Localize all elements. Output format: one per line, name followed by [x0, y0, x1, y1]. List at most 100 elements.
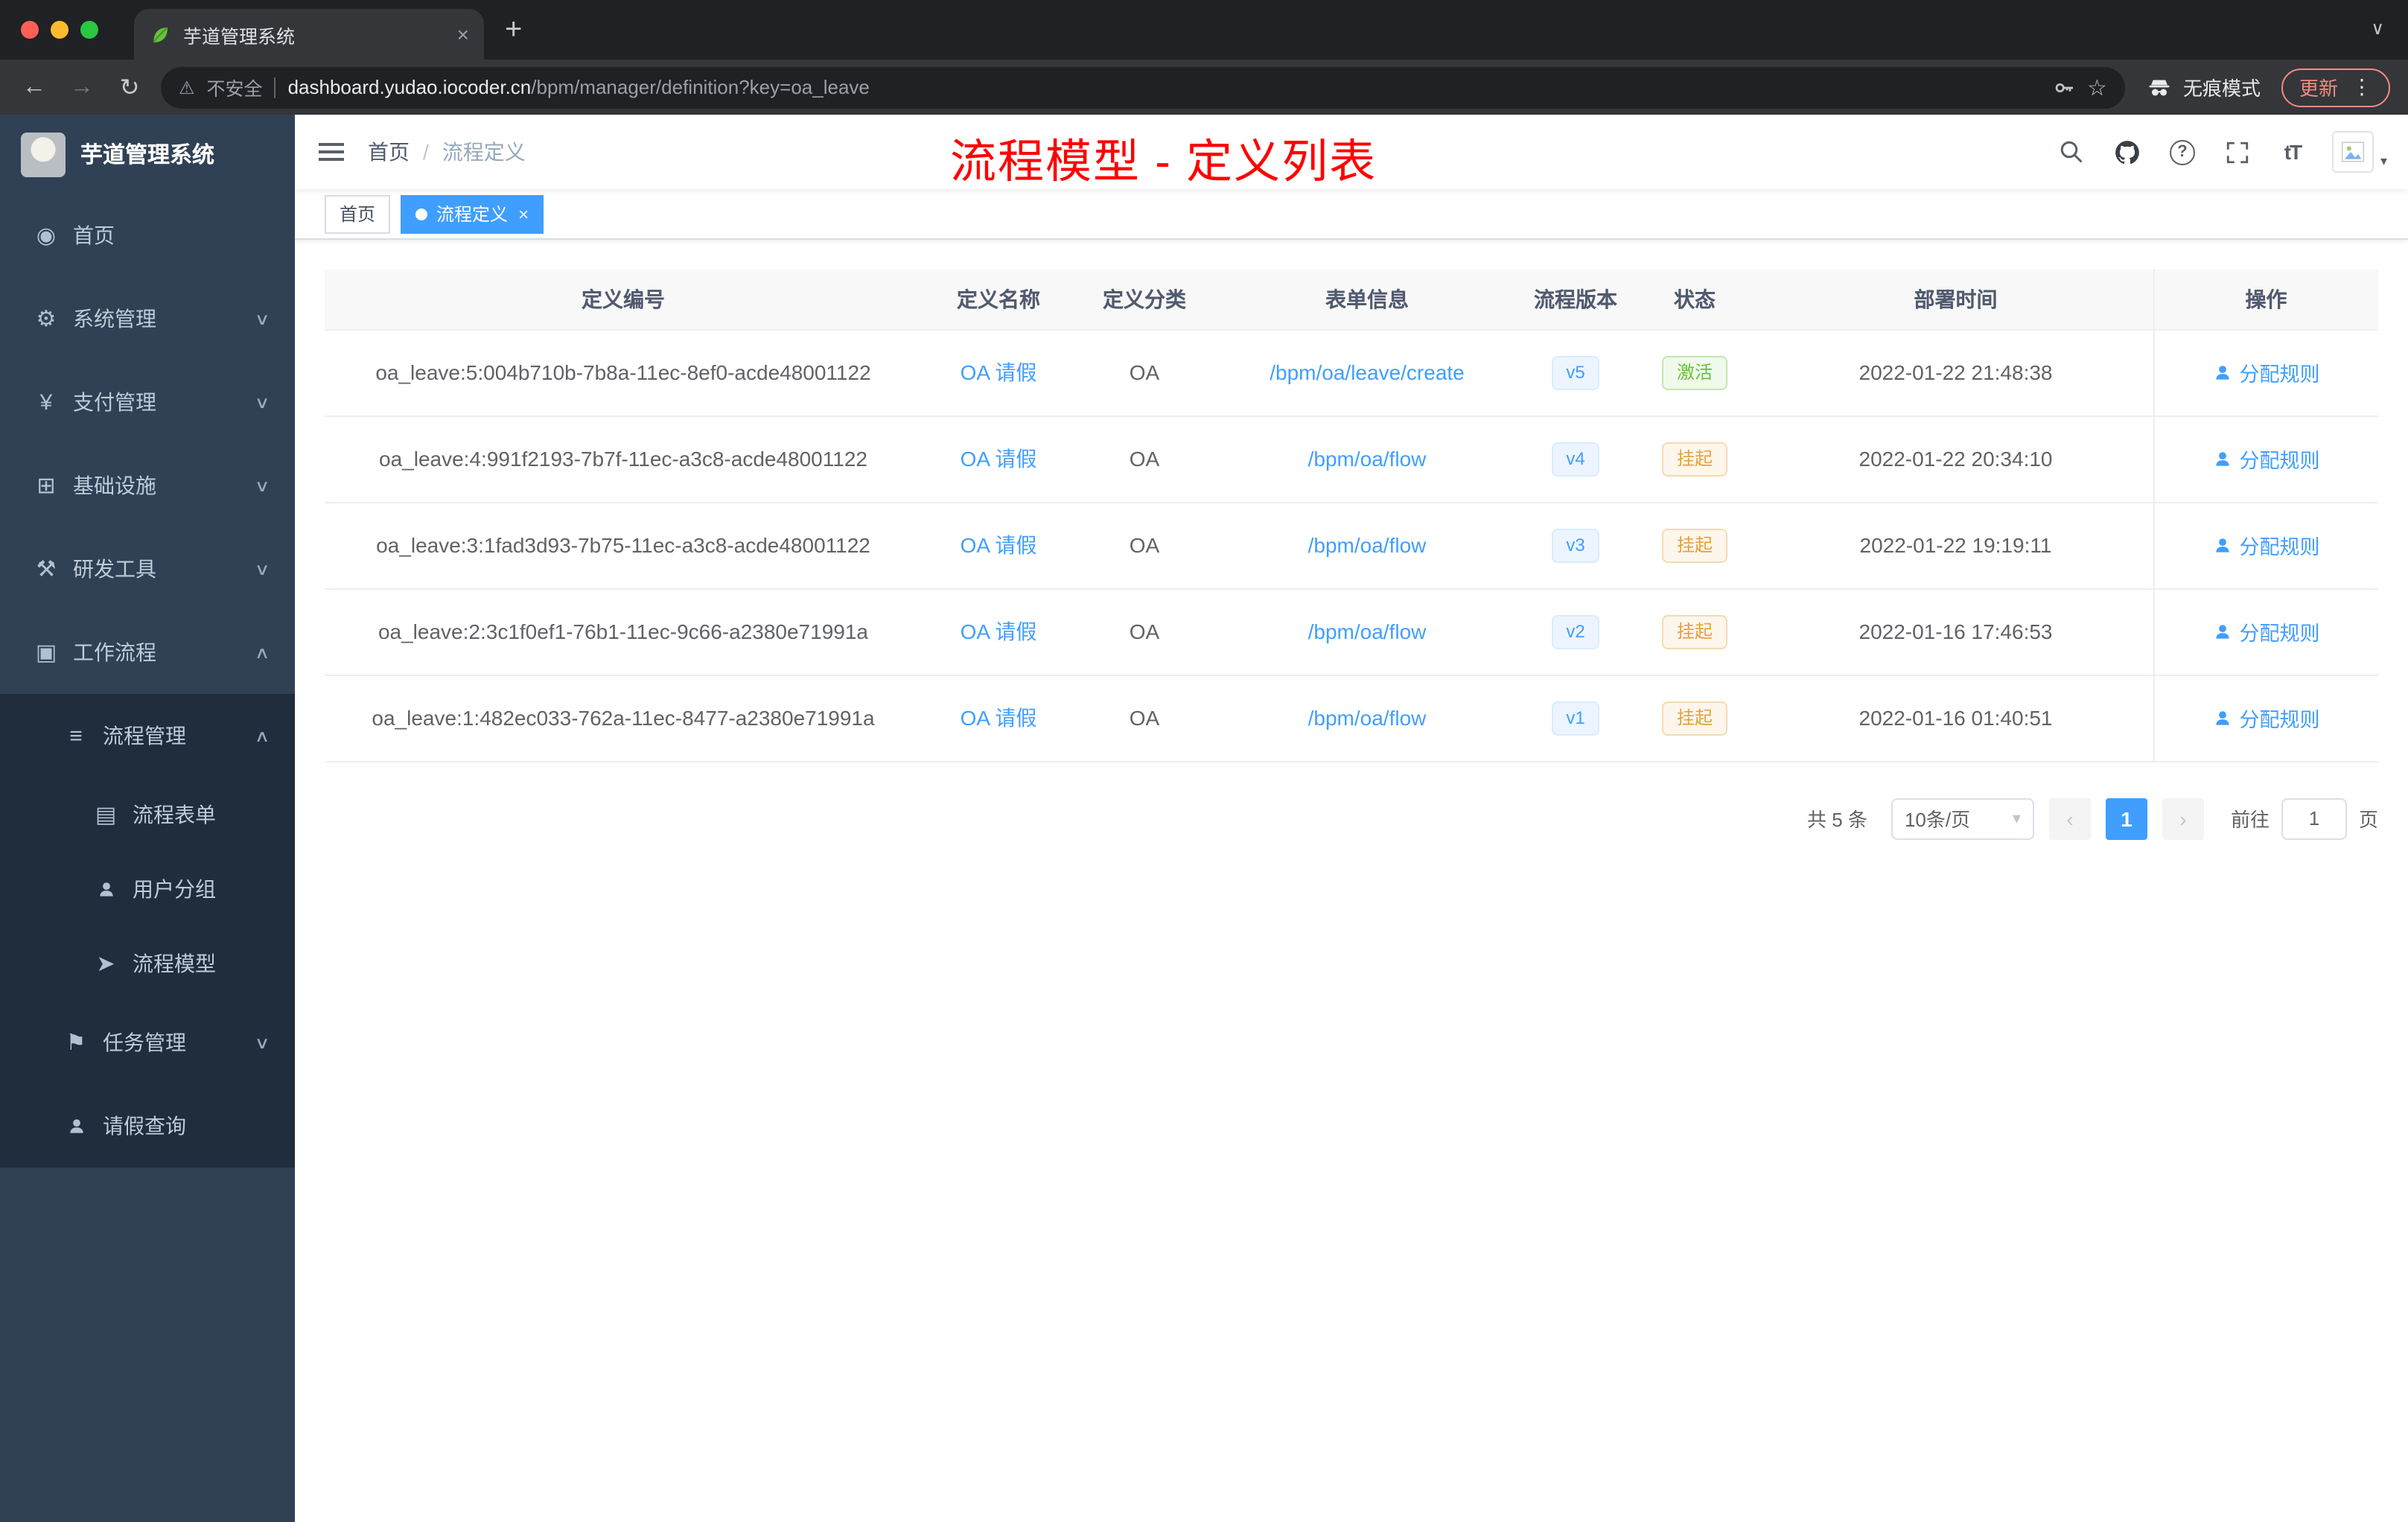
cell-form-info: /bpm/oa/flow: [1214, 502, 1520, 589]
url-text[interactable]: dashboard.yudao.iocoder.cn/bpm/manager/d…: [288, 76, 2039, 98]
form-info-link[interactable]: /bpm/oa/flow: [1308, 620, 1427, 643]
header-process-version: 流程版本: [1520, 270, 1631, 330]
browser-menu-dots-icon[interactable]: ⋮: [2351, 74, 2372, 100]
cell-version: v5: [1520, 329, 1631, 416]
window-zoom-button[interactable]: [80, 21, 98, 39]
person-icon: [2215, 710, 2229, 725]
person-icon: [2215, 538, 2229, 552]
sidebar: 芋道管理系统 ◉ 首页 ⚙ 系统管理 ∨ ¥ 支付管理 ∨ ⊞ 基础设施 ∨ ⚒…: [0, 115, 295, 1522]
prev-page-button[interactable]: ‹: [2048, 797, 2091, 839]
avatar: [2332, 131, 2374, 173]
user-avatar-menu[interactable]: ▾: [2332, 131, 2387, 173]
form-info-link[interactable]: /bpm/oa/flow: [1308, 447, 1427, 471]
sidebar-item-task-management[interactable]: ⚑ 任务管理 ∨: [0, 1001, 295, 1084]
incognito-label: 无痕模式: [2182, 77, 2261, 100]
cell-version: v3: [1520, 502, 1631, 589]
tab-search-icon[interactable]: ∨: [2371, 18, 2384, 39]
header-definition-category: 定义分类: [1075, 270, 1214, 330]
incognito-chip[interactable]: 无痕模式: [2146, 73, 2261, 101]
cell-definition-id: oa_leave:4:991f2193-7b7f-11ec-a3c8-acde4…: [325, 415, 922, 503]
cell-deploy-time: 2022-01-22 21:48:38: [1759, 329, 2153, 416]
chevron-down-icon: ∨: [254, 561, 270, 579]
sidebar-item-process-forms[interactable]: ▤ 流程表单: [0, 777, 295, 852]
cell-category: OA: [1075, 502, 1214, 589]
header-form-info: 表单信息: [1214, 270, 1520, 330]
tag-process-definition[interactable]: 流程定义 ×: [401, 194, 544, 233]
tag-home[interactable]: 首页: [325, 194, 391, 233]
github-icon[interactable]: [2112, 137, 2142, 167]
cell-category: OA: [1075, 675, 1214, 762]
cell-form-info: /bpm/oa/leave/create: [1214, 329, 1520, 416]
cell-operation: 分配规则: [2153, 502, 2378, 589]
main-content: 定义编号 定义名称 定义分类 表单信息 流程版本 状态 部署时间 操作 oa_l…: [295, 240, 2408, 1522]
definition-name-link[interactable]: OA 请假: [961, 706, 1037, 730]
cell-form-info: /bpm/oa/flow: [1214, 588, 1520, 675]
search-icon[interactable]: [2057, 137, 2087, 167]
window-minimize-button[interactable]: [51, 21, 69, 39]
breadcrumb-current: 流程定义: [442, 140, 526, 164]
help-icon[interactable]: ?: [2167, 137, 2197, 167]
assign-rule-link[interactable]: 分配规则: [2213, 444, 2320, 474]
chevron-down-icon: ∨: [254, 394, 270, 412]
cell-category: OA: [1075, 415, 1214, 503]
password-key-icon[interactable]: [2051, 75, 2075, 99]
form-info-link[interactable]: /bpm/oa/leave/create: [1270, 360, 1465, 384]
caret-down-icon: ▾: [2380, 153, 2387, 168]
page-1-button[interactable]: 1: [2105, 797, 2147, 839]
sidebar-item-leave-query[interactable]: 请假查询: [0, 1084, 295, 1168]
address-bar[interactable]: ⚠ 不安全 dashboard.yudao.iocoder.cn/bpm/man…: [161, 66, 2125, 108]
sidebar-toggle-button[interactable]: [295, 115, 368, 189]
sidebar-item-user-groups[interactable]: 用户分组: [0, 852, 295, 926]
new-tab-button[interactable]: +: [505, 15, 522, 45]
person-icon: [2215, 451, 2229, 465]
browser-tab[interactable]: 芋道管理系统 ×: [134, 9, 484, 60]
definition-name-link[interactable]: OA 请假: [961, 533, 1037, 557]
assign-rule-link[interactable]: 分配规则: [2213, 617, 2320, 646]
goto-page-input[interactable]: [2281, 797, 2347, 839]
fullscreen-icon[interactable]: [2223, 137, 2252, 167]
definition-name-link[interactable]: OA 请假: [961, 360, 1037, 384]
page-size-select[interactable]: 10条/页 ▾: [1891, 797, 2034, 839]
back-icon[interactable]: ←: [18, 74, 51, 101]
cell-version: v2: [1520, 588, 1631, 675]
sidebar-item-process-management[interactable]: ≡ 流程管理 ∧: [0, 694, 295, 777]
form-info-link[interactable]: /bpm/oa/flow: [1308, 533, 1427, 557]
hamburger-icon: [319, 150, 344, 153]
breadcrumb-home[interactable]: 首页: [368, 137, 410, 167]
definition-name-link[interactable]: OA 请假: [961, 620, 1037, 643]
next-page-button[interactable]: ›: [2162, 797, 2204, 839]
assign-rule-link[interactable]: 分配规则: [2213, 357, 2320, 387]
cell-definition-id: oa_leave:1:482ec033-762a-11ec-8477-a2380…: [325, 675, 922, 762]
cell-version: v1: [1520, 675, 1631, 762]
definition-name-link[interactable]: OA 请假: [961, 447, 1037, 471]
sidebar-item-infrastructure[interactable]: ⊞ 基础设施 ∨: [0, 444, 295, 527]
sidebar-item-payment[interactable]: ¥ 支付管理 ∨: [0, 360, 295, 444]
form-info-link[interactable]: /bpm/oa/flow: [1308, 706, 1427, 730]
forward-icon[interactable]: →: [66, 74, 98, 101]
table-header-row: 定义编号 定义名称 定义分类 表单信息 流程版本 状态 部署时间 操作: [325, 270, 2378, 330]
font-size-icon[interactable]: tT: [2278, 137, 2307, 167]
app-logo[interactable]: 芋道管理系统: [0, 115, 295, 194]
window-close-button[interactable]: [21, 21, 39, 39]
cell-deploy-time: 2022-01-22 20:34:10: [1759, 415, 2153, 503]
assign-rule-link[interactable]: 分配规则: [2213, 530, 2320, 560]
bookmark-star-icon[interactable]: ☆: [2087, 74, 2107, 101]
sidebar-item-devtools[interactable]: ⚒ 研发工具 ∨: [0, 527, 295, 611]
sidebar-item-system[interactable]: ⚙ 系统管理 ∨: [0, 277, 295, 360]
cell-definition-name: OA 请假: [922, 415, 1075, 503]
tag-close-icon[interactable]: ×: [518, 203, 529, 224]
update-button[interactable]: 更新 ⋮: [2281, 68, 2390, 106]
sidebar-item-home[interactable]: ◉ 首页: [0, 194, 295, 277]
gear-icon: ⚙: [36, 307, 57, 332]
cell-category: OA: [1075, 329, 1214, 416]
tab-close-icon[interactable]: ×: [457, 22, 469, 46]
sidebar-item-process-models[interactable]: ➤ 流程模型: [0, 926, 295, 1001]
security-label[interactable]: 不安全: [207, 73, 263, 101]
screen: 芋道管理系统 × + ∨ ← → ↻ ⚠ 不安全 dashboard.yudao…: [0, 0, 2408, 1522]
cell-status: 挂起: [1631, 675, 1759, 762]
sidebar-item-workflow[interactable]: ▣ 工作流程 ∧: [0, 611, 295, 694]
reload-icon[interactable]: ↻: [113, 72, 146, 102]
infrastructure-icon: ⊞: [36, 474, 56, 499]
assign-rule-link[interactable]: 分配规则: [2213, 703, 2320, 733]
goto-unit: 页: [2358, 809, 2378, 831]
